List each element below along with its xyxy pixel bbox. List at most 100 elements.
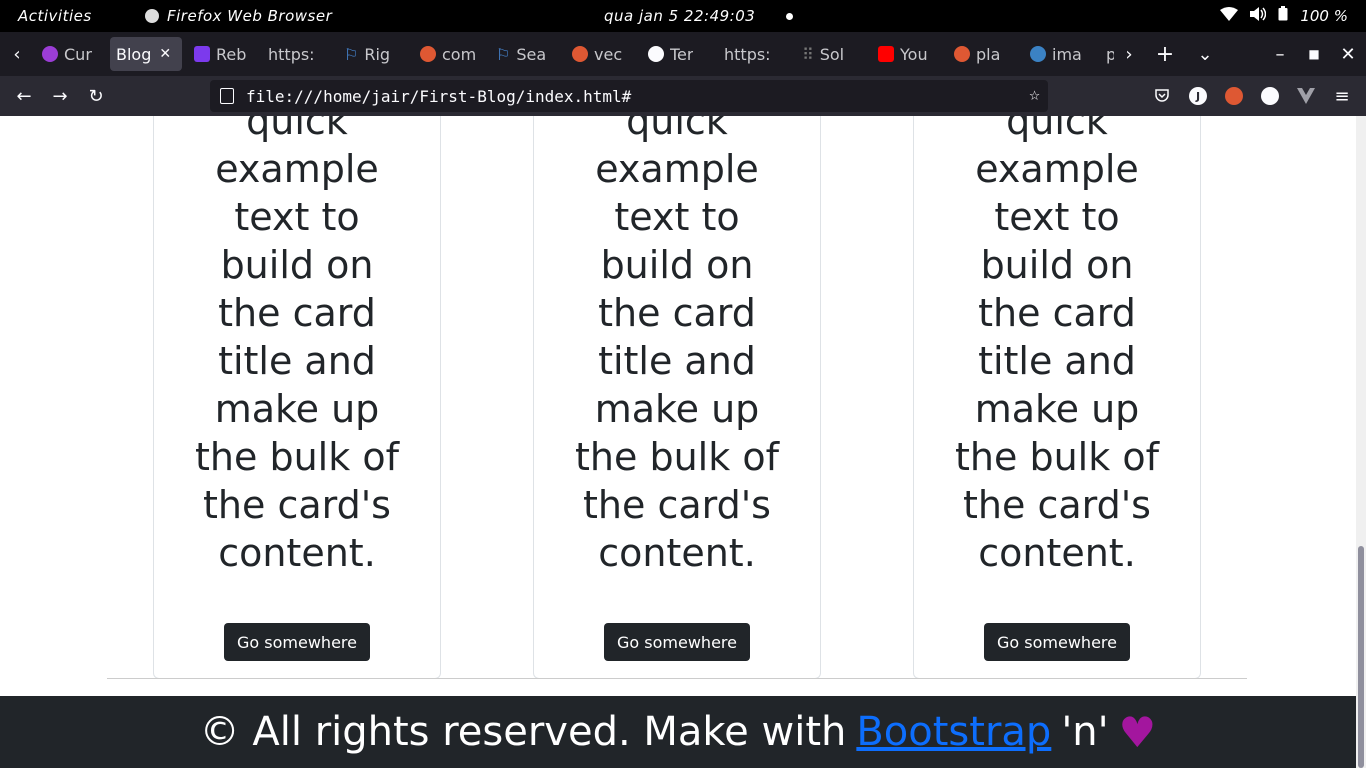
go-somewhere-button[interactable]: Go somewhere xyxy=(604,623,750,661)
card-text-line: example xyxy=(975,147,1139,191)
navigation-bar: ← → ↻ file:///home/jair/First-Blog/index… xyxy=(0,76,1366,116)
card-text-line: the card xyxy=(598,291,756,335)
tab-label: vec xyxy=(594,44,623,64)
footer-text: © All rights reserved. Make with xyxy=(199,709,847,755)
maximize-button[interactable]: ■ xyxy=(1299,37,1329,71)
card-text-line: text to xyxy=(234,195,360,239)
tab-4[interactable]: ⚐ Rig xyxy=(338,37,406,71)
arrow-right-icon: → xyxy=(52,85,68,107)
page-footer: © All rights reserved. Make with Bootstr… xyxy=(0,696,1356,768)
hamburger-menu-icon[interactable]: ≡ xyxy=(1332,86,1352,107)
extension-j-icon[interactable]: J xyxy=(1188,86,1208,106)
app-name-label: Firefox Web Browser xyxy=(167,7,333,25)
reload-button[interactable]: ↻ xyxy=(82,82,110,110)
close-window-button[interactable]: ✕ xyxy=(1333,37,1363,71)
divider xyxy=(107,678,1247,679)
card-text-line: example xyxy=(215,147,379,191)
battery-icon xyxy=(1278,6,1288,25)
github-icon xyxy=(648,46,664,62)
minimize-icon: – xyxy=(1275,43,1285,65)
tab-label: p xyxy=(1106,44,1114,64)
pocket-icon[interactable] xyxy=(1152,86,1172,106)
card: quick example text to build on the card … xyxy=(533,116,821,679)
tab-3[interactable]: https: xyxy=(262,37,330,71)
github-extension-icon[interactable] xyxy=(1260,86,1280,106)
card-text-line: the card xyxy=(218,291,376,335)
tab-label: Ter xyxy=(670,44,694,64)
vertical-scrollbar[interactable] xyxy=(1356,116,1366,768)
notification-dot xyxy=(786,13,793,20)
volume-icon xyxy=(1250,6,1267,25)
tab-label: Blog xyxy=(116,44,152,64)
tab-5[interactable]: com xyxy=(414,37,482,71)
chevron-down-icon: ⌄ xyxy=(1197,43,1213,65)
tab-label: Reb xyxy=(216,44,247,64)
tab-10[interactable]: ⠿ Sol xyxy=(796,37,864,71)
tab-9[interactable]: https: xyxy=(718,37,786,71)
tab-7[interactable]: vec xyxy=(566,37,634,71)
back-button[interactable]: ← xyxy=(10,82,38,110)
new-tab-button[interactable]: + xyxy=(1150,37,1180,71)
go-somewhere-button[interactable]: Go somewhere xyxy=(224,623,370,661)
tab-label: Cur xyxy=(64,44,92,64)
card-text-line: the bulk of xyxy=(195,435,399,479)
tab-label: Rig xyxy=(364,44,391,64)
tab-11[interactable]: You xyxy=(872,37,940,71)
tab-13[interactable]: ima xyxy=(1024,37,1092,71)
plus-icon: + xyxy=(1155,41,1175,67)
grid-icon: ⠿ xyxy=(802,44,814,64)
card-text-line: the card's xyxy=(963,483,1151,527)
tab-label: Sea xyxy=(516,44,547,64)
card-text-line: the bulk of xyxy=(955,435,1159,479)
tab-label: pla xyxy=(976,44,1001,64)
tab-bar: ‹ Cur Blog ✕ Reb https: ⚐ Rig com ⚐ Sea … xyxy=(0,32,1366,76)
card-text-line: text to xyxy=(994,195,1120,239)
scrollbar-thumb[interactable] xyxy=(1358,546,1364,768)
card-text-line: the card's xyxy=(203,483,391,527)
minimize-button[interactable]: – xyxy=(1265,37,1295,71)
wordpress-icon xyxy=(1030,46,1046,62)
tab-label: https: xyxy=(268,44,315,64)
tab-12[interactable]: pla xyxy=(948,37,1016,71)
tab-favicon-icon xyxy=(194,46,210,62)
vuejs-devtools-icon[interactable] xyxy=(1296,86,1316,106)
flag-icon: ⚐ xyxy=(344,44,359,64)
card-text-line: make up xyxy=(594,387,760,431)
card-text-line: quick xyxy=(626,116,728,143)
chevron-left-icon: ‹ xyxy=(13,43,21,65)
tab-6[interactable]: ⚐ Sea xyxy=(490,37,558,71)
card-text: quick example text to build on the card … xyxy=(914,116,1200,577)
clock[interactable]: qua jan 5 22:49:03 xyxy=(604,7,755,25)
bookmark-star-icon[interactable]: ☆ xyxy=(1029,84,1040,105)
flag-icon: ⚐ xyxy=(496,44,511,64)
card: quick example text to build on the card … xyxy=(913,116,1201,679)
bootstrap-link[interactable]: Bootstrap xyxy=(856,709,1051,755)
card-text-line: build on xyxy=(980,243,1134,287)
card-text-line: build on xyxy=(220,243,374,287)
page-content: quick example text to build on the card … xyxy=(0,116,1366,768)
go-somewhere-button[interactable]: Go somewhere xyxy=(984,623,1130,661)
system-status-area[interactable]: 100 % xyxy=(1220,6,1348,25)
forward-button[interactable]: → xyxy=(46,82,74,110)
maximize-icon: ■ xyxy=(1308,47,1320,61)
scroll-tabs-right-button[interactable]: › xyxy=(1114,37,1144,71)
tab-8[interactable]: Ter xyxy=(642,37,710,71)
card-text-line: content. xyxy=(598,531,756,575)
card-text-line: title and xyxy=(218,339,376,383)
duckduckgo-extension-icon[interactable] xyxy=(1224,86,1244,106)
card-text-line: the bulk of xyxy=(575,435,779,479)
card-text-line: title and xyxy=(978,339,1136,383)
scroll-tabs-left-button[interactable]: ‹ xyxy=(2,37,32,71)
address-bar[interactable]: file:///home/jair/First-Blog/index.html#… xyxy=(210,80,1048,112)
app-menu[interactable]: Firefox Web Browser xyxy=(145,7,332,25)
url-text[interactable]: file:///home/jair/First-Blog/index.html# xyxy=(246,87,631,106)
tab-0[interactable]: Cur xyxy=(36,37,104,71)
heart-icon: ♥ xyxy=(1118,707,1157,757)
tab-active[interactable]: Blog ✕ xyxy=(110,37,182,71)
activities-button[interactable]: Activities xyxy=(18,7,92,25)
footer-suffix: 'n' xyxy=(1061,709,1109,755)
close-tab-icon[interactable]: ✕ xyxy=(159,46,171,62)
duckduckgo-icon xyxy=(572,46,588,62)
list-all-tabs-button[interactable]: ⌄ xyxy=(1190,37,1220,71)
tab-2[interactable]: Reb xyxy=(188,37,256,71)
